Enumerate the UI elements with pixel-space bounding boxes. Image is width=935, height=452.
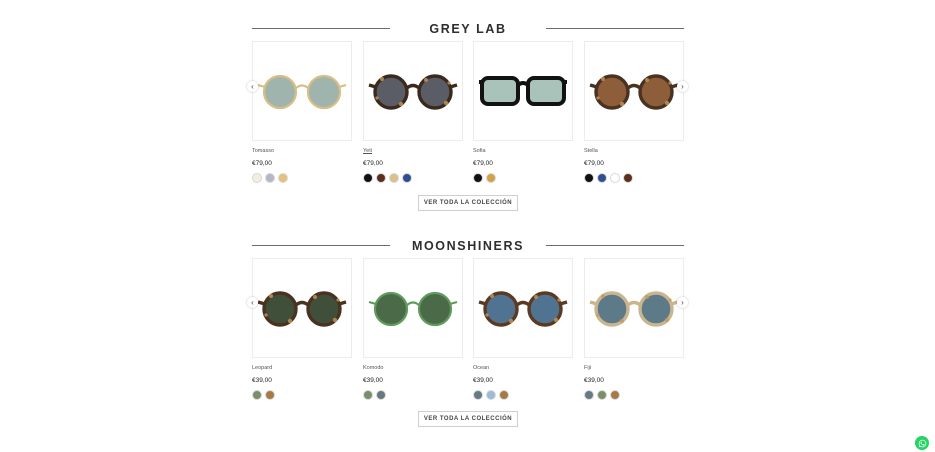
whatsapp-icon	[918, 439, 926, 447]
product-card[interactable]: Leopard €39,00	[252, 258, 352, 401]
sunglasses-image	[589, 74, 679, 110]
product-name[interactable]: Ocean	[473, 365, 573, 372]
product-name[interactable]: Stella	[584, 148, 684, 155]
color-swatches	[363, 390, 463, 401]
color-swatch[interactable]	[486, 390, 496, 400]
color-swatches	[584, 390, 684, 401]
color-swatch[interactable]	[278, 173, 288, 183]
color-swatch[interactable]	[363, 173, 373, 183]
color-swatches	[473, 390, 573, 401]
product-image[interactable]	[363, 41, 463, 141]
color-swatches	[252, 390, 352, 401]
product-name[interactable]: Leopard	[252, 365, 352, 372]
product-name[interactable]: Sofia	[473, 148, 573, 155]
color-swatch[interactable]	[610, 390, 620, 400]
product-card[interactable]: Tomasso €79,00	[252, 41, 352, 184]
sunglasses-image	[589, 291, 679, 327]
color-swatch[interactable]	[473, 390, 483, 400]
product-card[interactable]: Fiji €39,00	[584, 258, 684, 401]
product-card[interactable]: Stella €79,00	[584, 41, 684, 184]
color-swatch[interactable]	[584, 173, 594, 183]
product-name[interactable]: Yeti	[363, 148, 463, 155]
view-collection-button[interactable]: VER TODA LA COLECCIÓN	[418, 195, 518, 211]
color-swatches	[584, 173, 684, 184]
carousel-prev-button[interactable]: ‹	[247, 81, 258, 92]
color-swatch[interactable]	[584, 390, 594, 400]
divider-line	[546, 28, 684, 29]
color-swatch[interactable]	[597, 173, 607, 183]
product-price: €39,00	[473, 377, 493, 384]
product-price: €39,00	[252, 377, 272, 384]
color-swatch[interactable]	[363, 390, 373, 400]
product-price: €79,00	[584, 160, 604, 167]
product-card[interactable]: Sofia €79,00	[473, 41, 573, 184]
product-image[interactable]	[473, 41, 573, 141]
product-card[interactable]: Yeti €79,00	[363, 41, 463, 184]
product-image[interactable]	[584, 41, 684, 141]
whatsapp-chat-button[interactable]	[915, 436, 929, 450]
product-price: €79,00	[252, 160, 272, 167]
chevron-right-icon: ›	[681, 298, 684, 307]
product-image[interactable]	[584, 258, 684, 358]
product-price: €79,00	[473, 160, 493, 167]
sunglasses-image	[368, 74, 458, 110]
carousel-next-button[interactable]: ›	[677, 297, 688, 308]
chevron-left-icon: ‹	[251, 298, 254, 307]
sunglasses-image	[257, 291, 347, 327]
view-collection-button[interactable]: VER TODA LA COLECCIÓN	[418, 411, 518, 427]
product-price: €79,00	[363, 160, 383, 167]
product-card[interactable]: Ocean €39,00	[473, 258, 573, 401]
sunglasses-image	[368, 291, 458, 327]
color-swatch[interactable]	[265, 173, 275, 183]
color-swatch[interactable]	[623, 173, 633, 183]
section-title: MOONSHINERS	[411, 239, 525, 253]
product-name[interactable]: Komodo	[363, 365, 463, 372]
color-swatches	[363, 173, 463, 184]
collection-section-moonshiners: MOONSHINERS Leopard €39,00 Komodo €39,00 Oce…	[252, 237, 684, 427]
carousel-next-button[interactable]: ›	[677, 81, 688, 92]
product-price: €39,00	[584, 377, 604, 384]
product-card[interactable]: Komodo €39,00	[363, 258, 463, 401]
product-name[interactable]: Tomasso	[252, 148, 352, 155]
color-swatch[interactable]	[486, 173, 496, 183]
color-swatch[interactable]	[376, 390, 386, 400]
color-swatch[interactable]	[265, 390, 275, 400]
product-image[interactable]	[473, 258, 573, 358]
product-carousel: Leopard €39,00 Komodo €39,00 Ocean €39,00 Fiji…	[252, 258, 684, 404]
product-image[interactable]	[363, 258, 463, 358]
color-swatch[interactable]	[376, 173, 386, 183]
product-image[interactable]	[252, 258, 352, 358]
color-swatch[interactable]	[610, 173, 620, 183]
divider-line	[546, 245, 684, 246]
collection-section-grey-lab: GREY LAB Tomasso €79,00 Yeti €79,00 Sofia €79…	[252, 20, 684, 211]
color-swatch[interactable]	[499, 390, 509, 400]
product-name[interactable]: Fiji	[584, 365, 684, 372]
color-swatches	[252, 173, 352, 184]
sunglasses-image	[479, 76, 567, 106]
sunglasses-image	[257, 74, 347, 110]
color-swatches	[473, 173, 573, 184]
color-swatch[interactable]	[252, 390, 262, 400]
color-swatch[interactable]	[597, 390, 607, 400]
product-carousel: Tomasso €79,00 Yeti €79,00 Sofia €79,00 Stella…	[252, 41, 684, 187]
color-swatch[interactable]	[389, 173, 399, 183]
section-header: MOONSHINERS	[252, 237, 684, 255]
chevron-right-icon: ›	[681, 82, 684, 91]
sunglasses-image	[478, 291, 568, 327]
carousel-prev-button[interactable]: ‹	[247, 297, 258, 308]
product-price: €39,00	[363, 377, 383, 384]
chevron-left-icon: ‹	[251, 82, 254, 91]
color-swatch[interactable]	[402, 173, 412, 183]
product-image[interactable]	[252, 41, 352, 141]
color-swatch[interactable]	[252, 173, 262, 183]
section-title: GREY LAB	[429, 22, 507, 36]
color-swatch[interactable]	[473, 173, 483, 183]
section-header: GREY LAB	[252, 20, 684, 38]
